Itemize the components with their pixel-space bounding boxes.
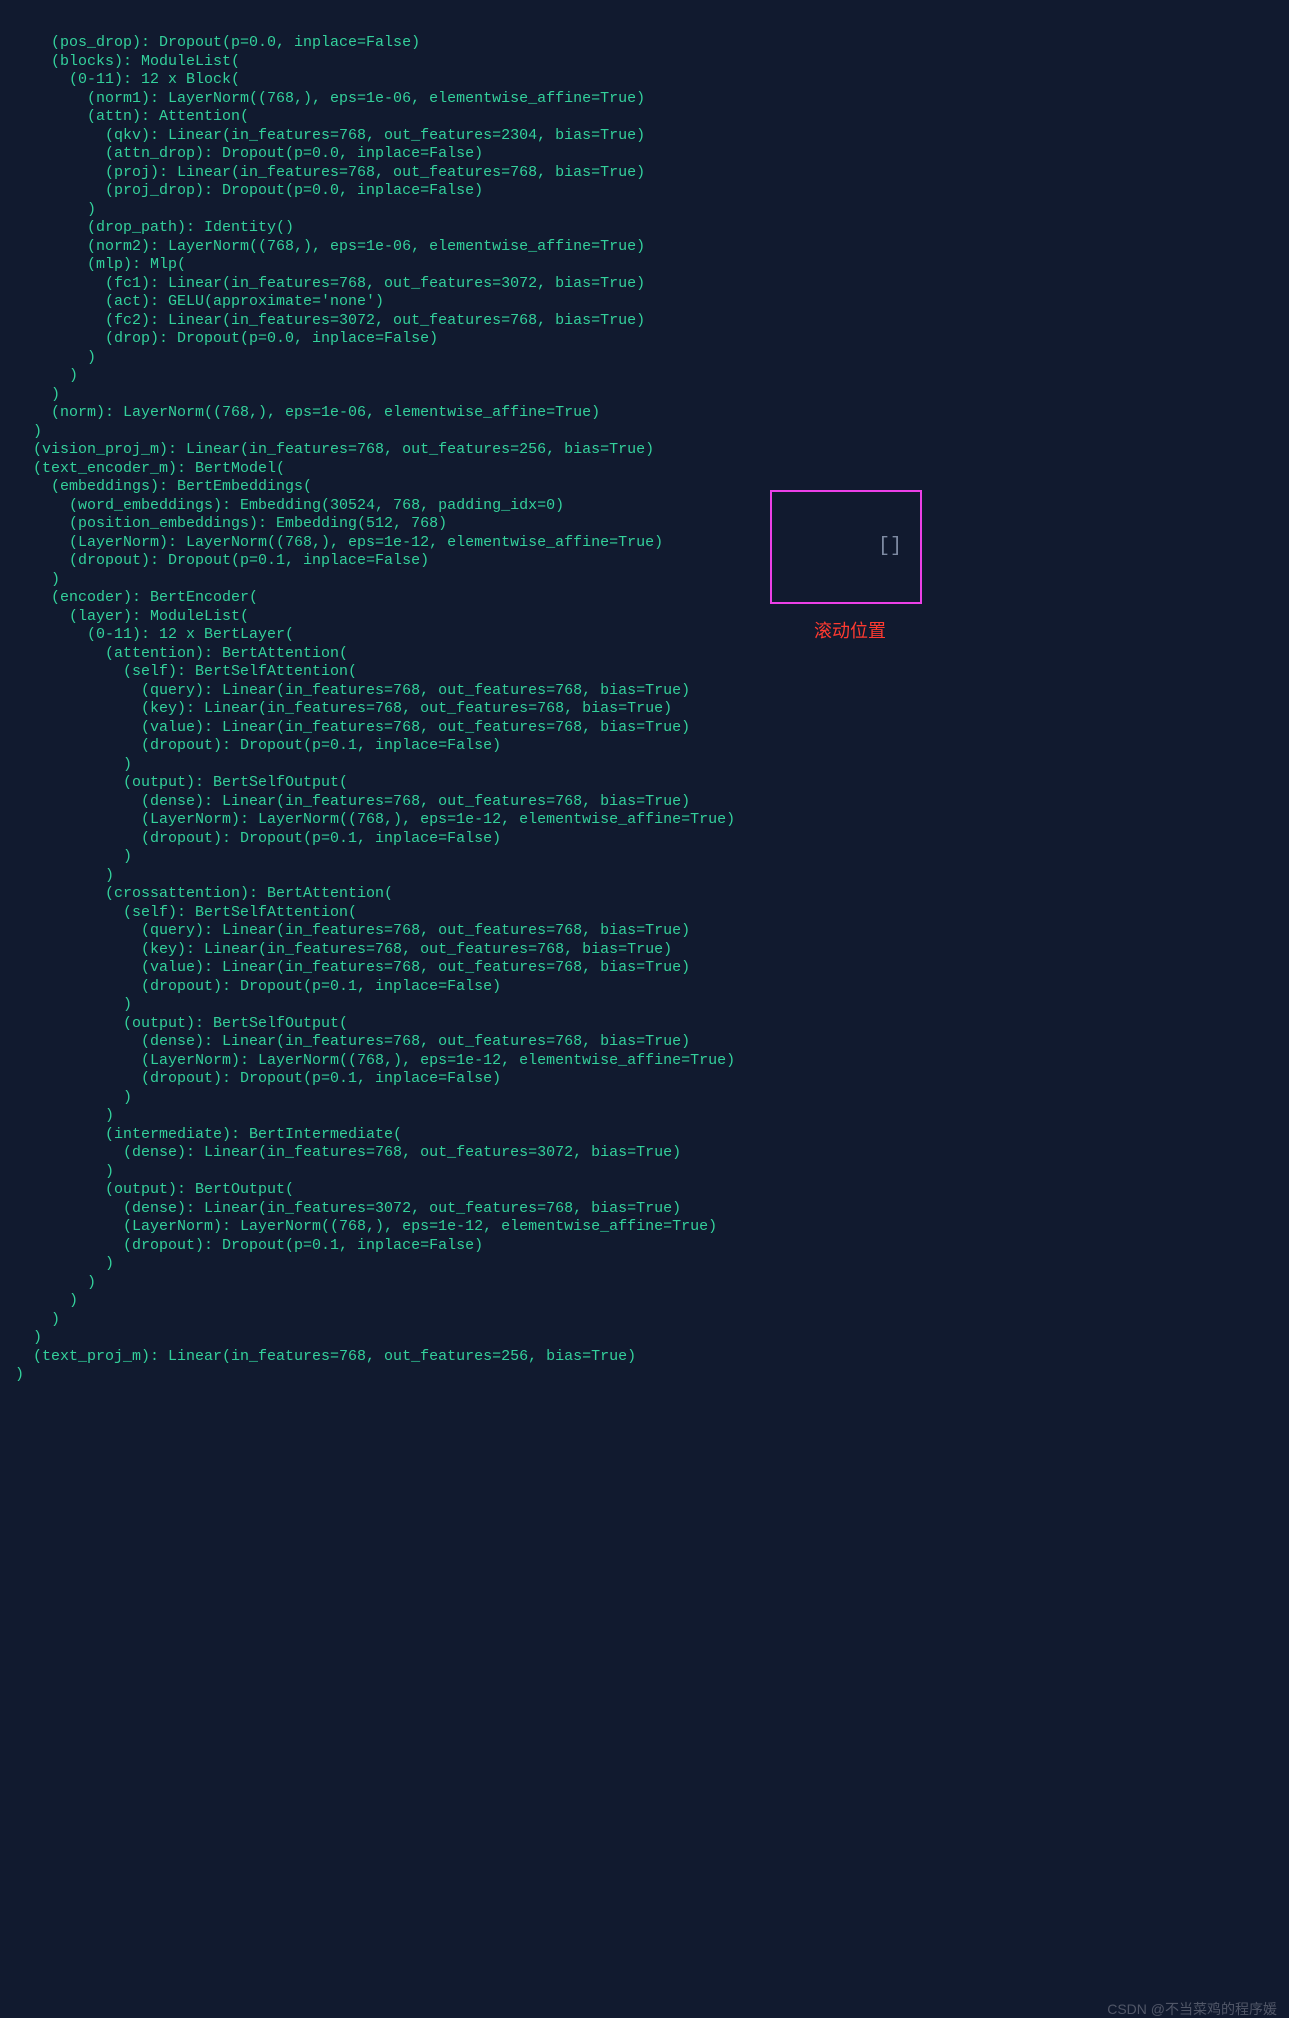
scroll-position-highlight-box: [] (770, 490, 922, 604)
scroll-position-caption: 滚动位置 (814, 622, 886, 641)
model-structure-code[interactable]: (pos_drop): Dropout(p=0.0, inplace=False… (0, 34, 1289, 1385)
bracket-glyph-icon: [] (878, 538, 902, 557)
code-viewport: (pos_drop): Dropout(p=0.0, inplace=False… (0, 0, 1289, 2018)
csdn-watermark: CSDN @不当菜鸡的程序媛 (1107, 2000, 1277, 2018)
